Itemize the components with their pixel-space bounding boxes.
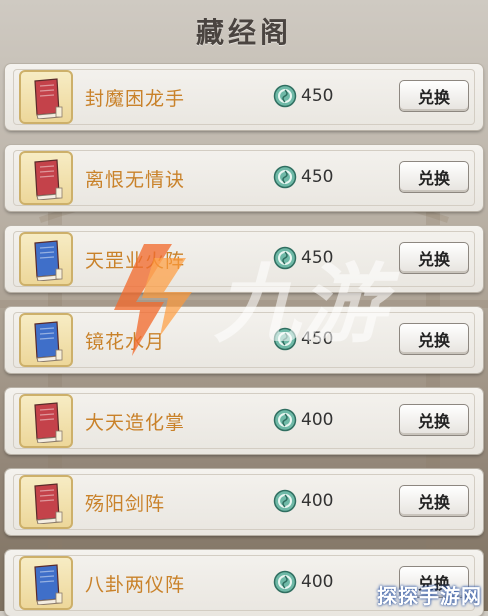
- scripture-row: 天罡业火阵 450 兑换: [5, 226, 483, 292]
- jade-coin-icon: [273, 246, 297, 270]
- red-book-icon[interactable]: [19, 70, 73, 124]
- scripture-row: 大天造化掌 400 兑换: [5, 388, 483, 454]
- price-group: 450: [273, 327, 333, 351]
- scripture-name: 离恨无情诀: [85, 169, 186, 191]
- scripture-name: 八卦两仪阵: [85, 574, 186, 596]
- jade-coin-icon: [273, 570, 297, 594]
- jade-coin-icon: [273, 327, 297, 351]
- exchange-button[interactable]: 兑换: [399, 323, 469, 355]
- price-value: 450: [301, 248, 334, 268]
- price-value: 450: [301, 86, 334, 106]
- blue-book-icon[interactable]: [19, 232, 73, 286]
- scripture-row: 封魔困龙手 450 兑换: [5, 64, 483, 130]
- scripture-name: 镜花水月: [85, 331, 166, 353]
- blue-book-icon[interactable]: [19, 556, 73, 610]
- price-group: 400: [273, 408, 333, 432]
- price-value: 400: [301, 572, 334, 592]
- scripture-name: 大天造化掌: [85, 412, 186, 434]
- scripture-name: 天罡业火阵: [85, 250, 186, 272]
- scripture-row: 殇阳剑阵 400 兑换: [5, 469, 483, 535]
- price-group: 400: [273, 489, 333, 513]
- jade-coin-icon: [273, 489, 297, 513]
- scripture-name: 封魔困龙手: [85, 88, 186, 110]
- scripture-row: 离恨无情诀 450 兑换: [5, 145, 483, 211]
- price-value: 400: [301, 491, 334, 511]
- scripture-name: 殇阳剑阵: [85, 493, 166, 515]
- price-value: 450: [301, 329, 334, 349]
- jade-coin-icon: [273, 84, 297, 108]
- red-book-icon[interactable]: [19, 151, 73, 205]
- exchange-button[interactable]: 兑换: [399, 404, 469, 436]
- exchange-button[interactable]: 兑换: [399, 485, 469, 517]
- jade-coin-icon: [273, 165, 297, 189]
- header: 藏经阁: [0, 0, 488, 62]
- price-value: 450: [301, 167, 334, 187]
- red-book-icon[interactable]: [19, 475, 73, 529]
- price-group: 450: [273, 165, 333, 189]
- jade-coin-icon: [273, 408, 297, 432]
- price-group: 450: [273, 84, 333, 108]
- scripture-row: 镜花水月 450 兑换: [5, 307, 483, 373]
- exchange-button[interactable]: 兑换: [399, 161, 469, 193]
- red-book-icon[interactable]: [19, 394, 73, 448]
- corner-watermark: 探探手游网: [377, 584, 482, 608]
- price-value: 400: [301, 410, 334, 430]
- exchange-button[interactable]: 兑换: [399, 80, 469, 112]
- exchange-button[interactable]: 兑换: [399, 242, 469, 274]
- price-group: 400: [273, 570, 333, 594]
- price-group: 450: [273, 246, 333, 270]
- blue-book-icon[interactable]: [19, 313, 73, 367]
- page-title: 藏经阁: [195, 16, 292, 49]
